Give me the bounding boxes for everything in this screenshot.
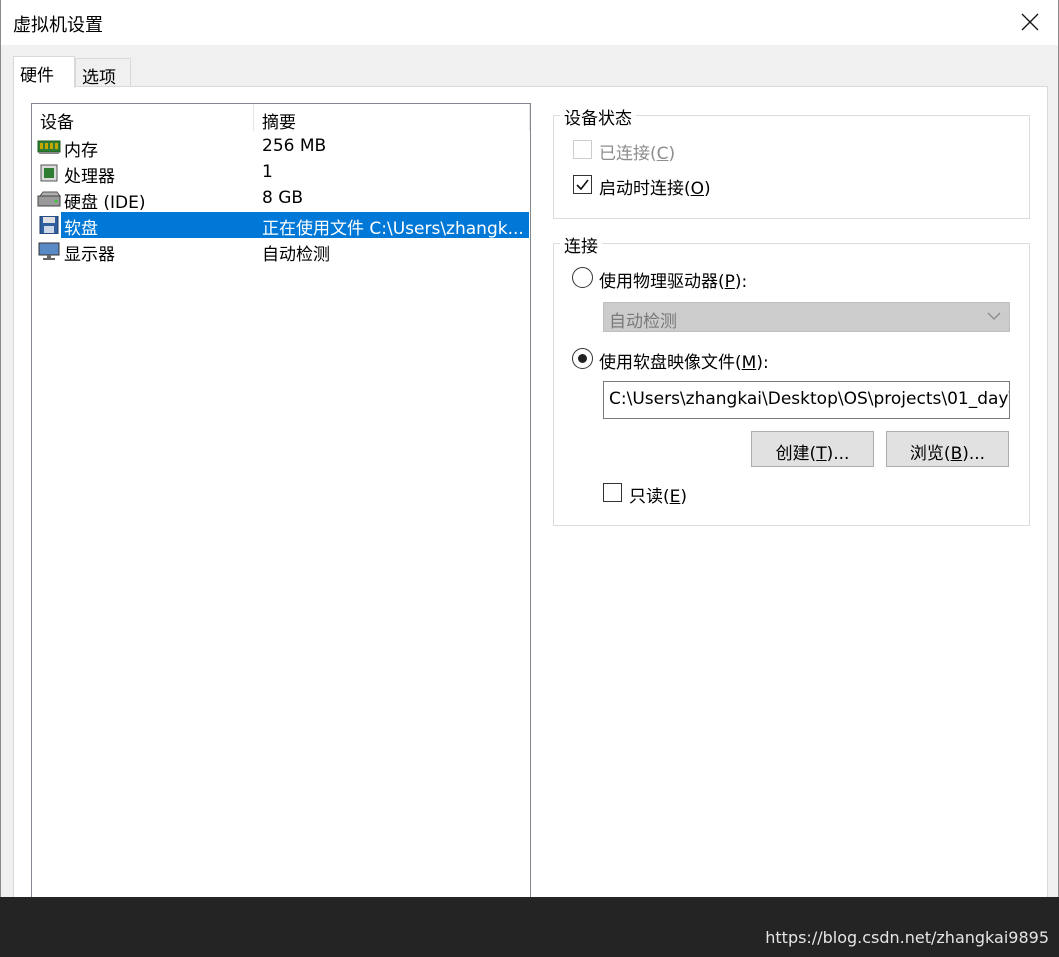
connect-at-power-on-label: 启动时连接(O) (599, 179, 711, 199)
device-row-floppy[interactable]: 软盘 正在使用文件 C:\Users\zhangk... (32, 212, 529, 239)
tab-options[interactable]: 选项 (75, 58, 131, 88)
device-summary: 正在使用文件 C:\Users\zhangk... (262, 219, 524, 239)
image-path-input[interactable]: C:\Users\zhangkai\Desktop\OS\projects\01… (603, 381, 1010, 419)
device-name: 处理器 (64, 167, 115, 187)
chevron-down-icon (987, 312, 1001, 320)
device-row-processor[interactable]: 处理器 1 (32, 160, 529, 187)
radio-dot (578, 354, 587, 363)
close-button[interactable] (1008, 2, 1052, 42)
device-summary: 256 MB (262, 136, 327, 156)
drive-select-value: 自动检测 (609, 312, 677, 332)
device-name: 内存 (64, 141, 98, 161)
device-summary: 1 (262, 162, 273, 182)
physical-drive-label: 使用物理驱动器(P): (599, 272, 748, 292)
device-name: 软盘 (64, 219, 98, 239)
vm-settings-window: 虚拟机设置 硬件 选项 设备 摘要 内存 256 MB 处理器 1 硬盘 (ID… (0, 0, 1059, 897)
floppy-icon (39, 216, 59, 234)
monitor-icon (38, 242, 60, 260)
device-summary: 自动检测 (262, 245, 330, 265)
device-name: 硬盘 (IDE) (64, 193, 146, 213)
device-row-display[interactable]: 显示器 自动检测 (32, 238, 529, 265)
tab-hardware-label: 硬件 (20, 66, 54, 86)
device-row-hard-disk[interactable]: 硬盘 (IDE) 8 GB (32, 186, 529, 213)
device-status-group: 设备状态 (553, 104, 1030, 219)
tab-options-label: 选项 (82, 68, 116, 88)
hard-disk-icon (37, 191, 61, 207)
readonly-label: 只读(E) (629, 487, 688, 507)
device-row-memory[interactable]: 内存 256 MB (32, 134, 529, 161)
create-button[interactable]: 创建(T)... (751, 431, 874, 467)
connect-at-power-on-checkbox[interactable] (573, 175, 592, 194)
tab-hardware[interactable]: 硬件 (13, 56, 75, 88)
checkmark-icon (576, 179, 589, 191)
memory-icon (37, 140, 61, 154)
connection-title: 连接 (560, 232, 602, 257)
browse-button[interactable]: 浏览(B)... (886, 431, 1009, 467)
processor-icon (40, 164, 58, 182)
physical-drive-radio[interactable] (572, 267, 593, 288)
readonly-checkbox[interactable] (603, 483, 622, 502)
close-icon (1021, 13, 1039, 31)
device-name: 显示器 (64, 245, 115, 265)
device-summary: 8 GB (262, 188, 304, 208)
column-header-summary[interactable]: 摘要 (254, 104, 530, 133)
connected-label: 已连接(C) (599, 144, 676, 164)
column-header-device[interactable]: 设备 (32, 104, 254, 133)
image-path-value: C:\Users\zhangkai\Desktop\OS\projects\01… (609, 389, 1010, 409)
window-title: 虚拟机设置 (13, 15, 103, 36)
title-bar: 虚拟机设置 (1, 0, 1058, 45)
watermark: https://blog.csdn.net/zhangkai9895 (765, 928, 1049, 947)
device-status-title: 设备状态 (560, 104, 636, 129)
list-header: 设备 摘要 (32, 104, 530, 133)
drive-select[interactable]: 自动检测 (603, 302, 1010, 332)
background-strip: https://blog.csdn.net/zhangkai9895 (0, 897, 1059, 957)
connected-checkbox[interactable] (573, 140, 592, 159)
device-list[interactable]: 设备 摘要 内存 256 MB 处理器 1 硬盘 (IDE) 8 GB 软盘 正… (31, 103, 531, 897)
image-file-label: 使用软盘映像文件(M): (599, 353, 769, 373)
image-file-radio[interactable] (572, 348, 593, 369)
